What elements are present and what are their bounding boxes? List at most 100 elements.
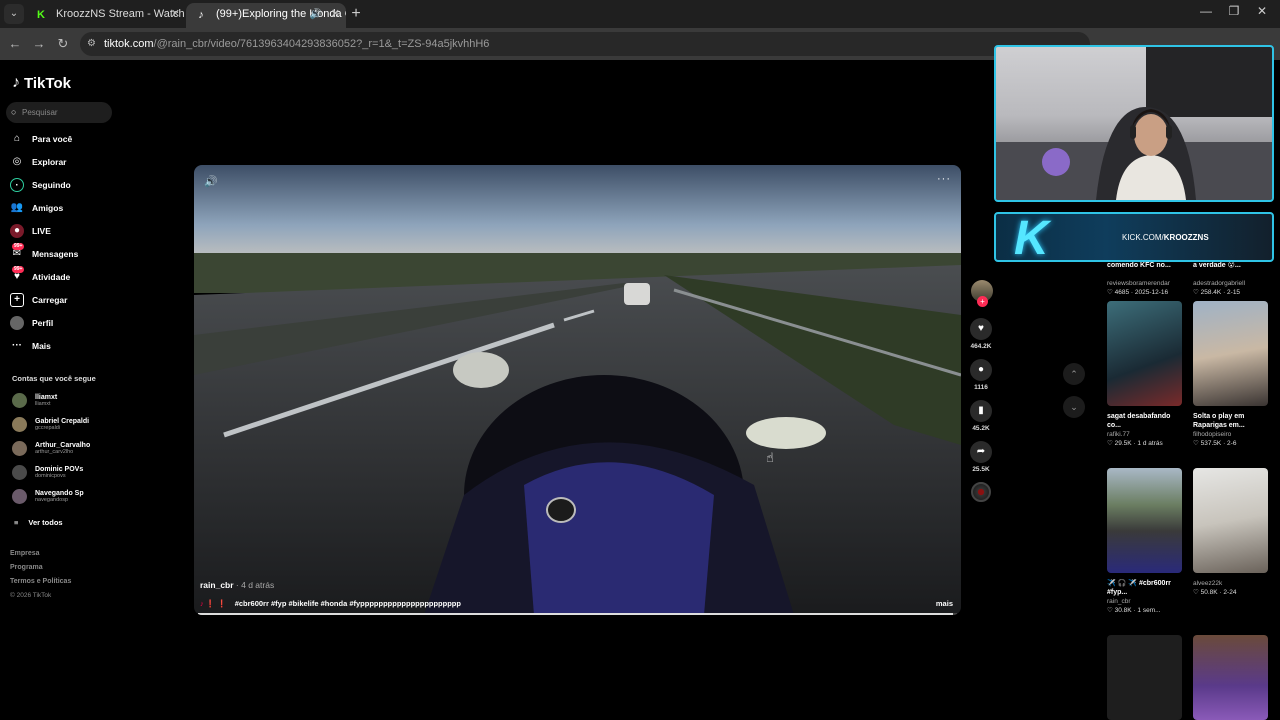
bookmark-icon: ▮ xyxy=(970,400,992,422)
volume-icon[interactable]: 🔊 xyxy=(204,175,218,188)
video-progress-bar[interactable] xyxy=(198,613,957,615)
tab-title: (99+)Exploring the Honda C xyxy=(216,8,346,20)
follow-plus-icon[interactable]: + xyxy=(977,296,988,307)
account-name: Navegando Sp xyxy=(35,489,84,497)
address-bar[interactable]: ⚙ tiktok.com/@rain_cbr/video/76139634042… xyxy=(80,32,1090,56)
reload-button[interactable]: ↻ xyxy=(54,35,72,53)
site-info-icon[interactable]: ⚙ xyxy=(87,38,99,50)
forward-button[interactable]: → xyxy=(30,35,48,53)
related-video-meta: ♡ 29.5K · 1 d atrás xyxy=(1107,440,1163,447)
video-progress-fill xyxy=(198,613,954,615)
nav-label: Mensagens xyxy=(32,249,79,259)
related-video-title: ✈️ 🎧 ✈️ #cbr600rr #fyp... xyxy=(1107,580,1171,596)
back-button[interactable]: ← xyxy=(6,35,24,53)
nav-label: Carregar xyxy=(32,295,68,305)
caption-text[interactable]: #cbr600rr #fyp #bikelife #honda #fyppppp… xyxy=(235,599,461,608)
related-video-likes: 50.8K xyxy=(1200,589,1218,596)
kick-channel-banner: K KICK.COM/KROOZZNS xyxy=(994,212,1274,262)
account-handle: arthur_carv2lho xyxy=(35,448,74,455)
comment-button[interactable]: ● 1116 xyxy=(969,359,993,391)
following-icon: · xyxy=(10,178,24,192)
video-author[interactable]: rain_cbr xyxy=(200,580,234,590)
nav-explore[interactable]: ◎ Explorar xyxy=(10,153,67,171)
followed-account[interactable]: Dominic POVs dominicpovs xyxy=(12,461,83,483)
related-video[interactable]: sagat desabafando co... rafiki.77 ♡ 29.5… xyxy=(1107,301,1183,447)
nav-activity[interactable]: ♥ 99+ Atividade xyxy=(10,266,71,286)
related-video-meta: ♡ 4685 · 2025-12-16 xyxy=(1107,289,1169,296)
search-input[interactable]: ○ Pesquisar xyxy=(6,102,112,123)
footer-link-company[interactable]: Empresa xyxy=(10,550,71,564)
close-window-button[interactable]: ✕ xyxy=(1252,4,1272,18)
account-name: Dominic POVs xyxy=(35,465,84,473)
like-button[interactable]: ♥ 464.2K xyxy=(969,318,993,350)
related-video[interactable]: Solta o play em Raparigas em... filhodop… xyxy=(1193,301,1269,447)
nav-label: Para você xyxy=(32,134,73,144)
caption-emojis: ♪ ❗ ❗ xyxy=(200,599,227,608)
music-disc-button[interactable] xyxy=(969,482,993,502)
followed-account[interactable]: Navegando Sp navegandosp xyxy=(12,485,84,507)
next-video-button[interactable]: ⌄ xyxy=(1063,396,1085,418)
previous-video-button[interactable]: ⌃ xyxy=(1063,363,1085,385)
nav-friends[interactable]: 👥 Amigos xyxy=(10,199,63,217)
share-button[interactable]: ➦ 25.5K xyxy=(969,441,993,473)
followed-account[interactable]: lliamxt lliamxt xyxy=(12,389,57,411)
share-count: 25.5K xyxy=(972,466,990,473)
account-handle: gccrepaldi xyxy=(35,424,61,431)
nav-following[interactable]: · Seguindo xyxy=(10,176,71,194)
activity-badge: 99+ xyxy=(12,266,25,273)
save-button[interactable]: ▮ 45.2K xyxy=(969,400,993,432)
kick-url-user: KROOZZNS xyxy=(1163,233,1209,242)
nav-live[interactable]: ● LIVE xyxy=(10,222,51,240)
tiktok-sidebar: ♪ TikTok ○ Pesquisar ⌂ Para você ◎ Explo… xyxy=(0,60,125,720)
nav-more[interactable]: ··· Mais xyxy=(10,337,51,355)
avatar xyxy=(12,440,27,456)
nav-label: Atividade xyxy=(32,272,71,282)
see-all-label: Ver todos xyxy=(28,518,63,527)
more-options-icon[interactable]: ··· xyxy=(937,173,951,185)
caption-more-button[interactable]: mais xyxy=(936,599,953,608)
related-video-likes: 4685 xyxy=(1114,289,1130,296)
related-video[interactable]: alveez22k ♡ 50.8K · 2-24 xyxy=(1193,468,1269,596)
nav-upload[interactable]: + Carregar xyxy=(10,291,67,309)
compass-icon: ◎ xyxy=(12,156,22,167)
tiktok-logo[interactable]: ♪ TikTok xyxy=(12,74,71,92)
activity-icon: ♥ 99+ xyxy=(12,266,25,282)
account-handle: dominicpovs xyxy=(35,472,66,479)
video-posted-time: · 4 d atrás xyxy=(235,580,275,590)
related-video-title: a verdade 😮... xyxy=(1193,262,1241,269)
related-video-meta: ♡ 537.5K · 2-6 xyxy=(1193,440,1237,447)
nav-profile[interactable]: Perfil xyxy=(10,314,53,332)
following-accounts-title: Contas que você segue xyxy=(12,374,96,383)
see-all-button[interactable]: ≡ Ver todos xyxy=(14,518,63,527)
nav-messages[interactable]: ✉ 99+ Mensagens xyxy=(10,243,79,263)
tab-close-icon[interactable]: ✕ xyxy=(331,3,340,26)
hand-cursor-icon: ☝ xyxy=(766,450,774,465)
tab-tiktok-video[interactable]: ♪ (99+)Exploring the Honda C 🔊 ✕ xyxy=(186,3,346,28)
related-video[interactable] xyxy=(1193,635,1269,720)
tiktok-favicon-icon: ♪ xyxy=(198,9,204,21)
related-video-likes: 537.5K xyxy=(1200,440,1222,447)
related-video[interactable]: ✈️ 🎧 ✈️ #cbr600rr #fyp... rain_cbr ♡ 30.… xyxy=(1107,468,1183,614)
video-player[interactable]: 🔊 ··· rain_cbr · 4 d atrás ♪ ❗ ❗ #cbr600… xyxy=(194,165,961,615)
restore-window-button[interactable]: ❐ xyxy=(1224,4,1244,18)
tab-audio-icon[interactable]: 🔊 xyxy=(310,3,322,26)
minimize-window-button[interactable]: — xyxy=(1196,4,1216,18)
nav-for-you[interactable]: ⌂ Para você xyxy=(10,130,72,148)
tab-kick-stream[interactable]: K KroozzNS Stream - Watch Live ✕ xyxy=(26,3,186,28)
nav-label: Explorar xyxy=(32,157,67,167)
followed-account[interactable]: Gabriel Crepaldi gccrepaldi xyxy=(12,413,89,435)
related-video-likes: 29.5K xyxy=(1114,440,1132,447)
related-video-likes: 258.4K xyxy=(1200,289,1222,296)
new-tab-button[interactable]: + xyxy=(346,4,366,24)
tab-close-icon[interactable]: ✕ xyxy=(171,3,180,26)
footer-links: Empresa Programa Termos e Políticas © 20… xyxy=(10,550,71,606)
tab-search-menu-button[interactable]: ⌄ xyxy=(4,4,24,24)
search-placeholder: Pesquisar xyxy=(22,108,58,117)
video-author-line: rain_cbr · 4 d atrás xyxy=(200,580,274,590)
footer-link-terms[interactable]: Termos e Políticas xyxy=(10,578,71,592)
kick-url-prefix: KICK.COM/ xyxy=(1122,233,1164,242)
footer-link-program[interactable]: Programa xyxy=(10,564,71,578)
followed-account[interactable]: Arthur_Carvalho arthur_carv2lho xyxy=(12,437,90,459)
live-icon: ● xyxy=(10,224,24,238)
related-video[interactable] xyxy=(1107,635,1183,720)
